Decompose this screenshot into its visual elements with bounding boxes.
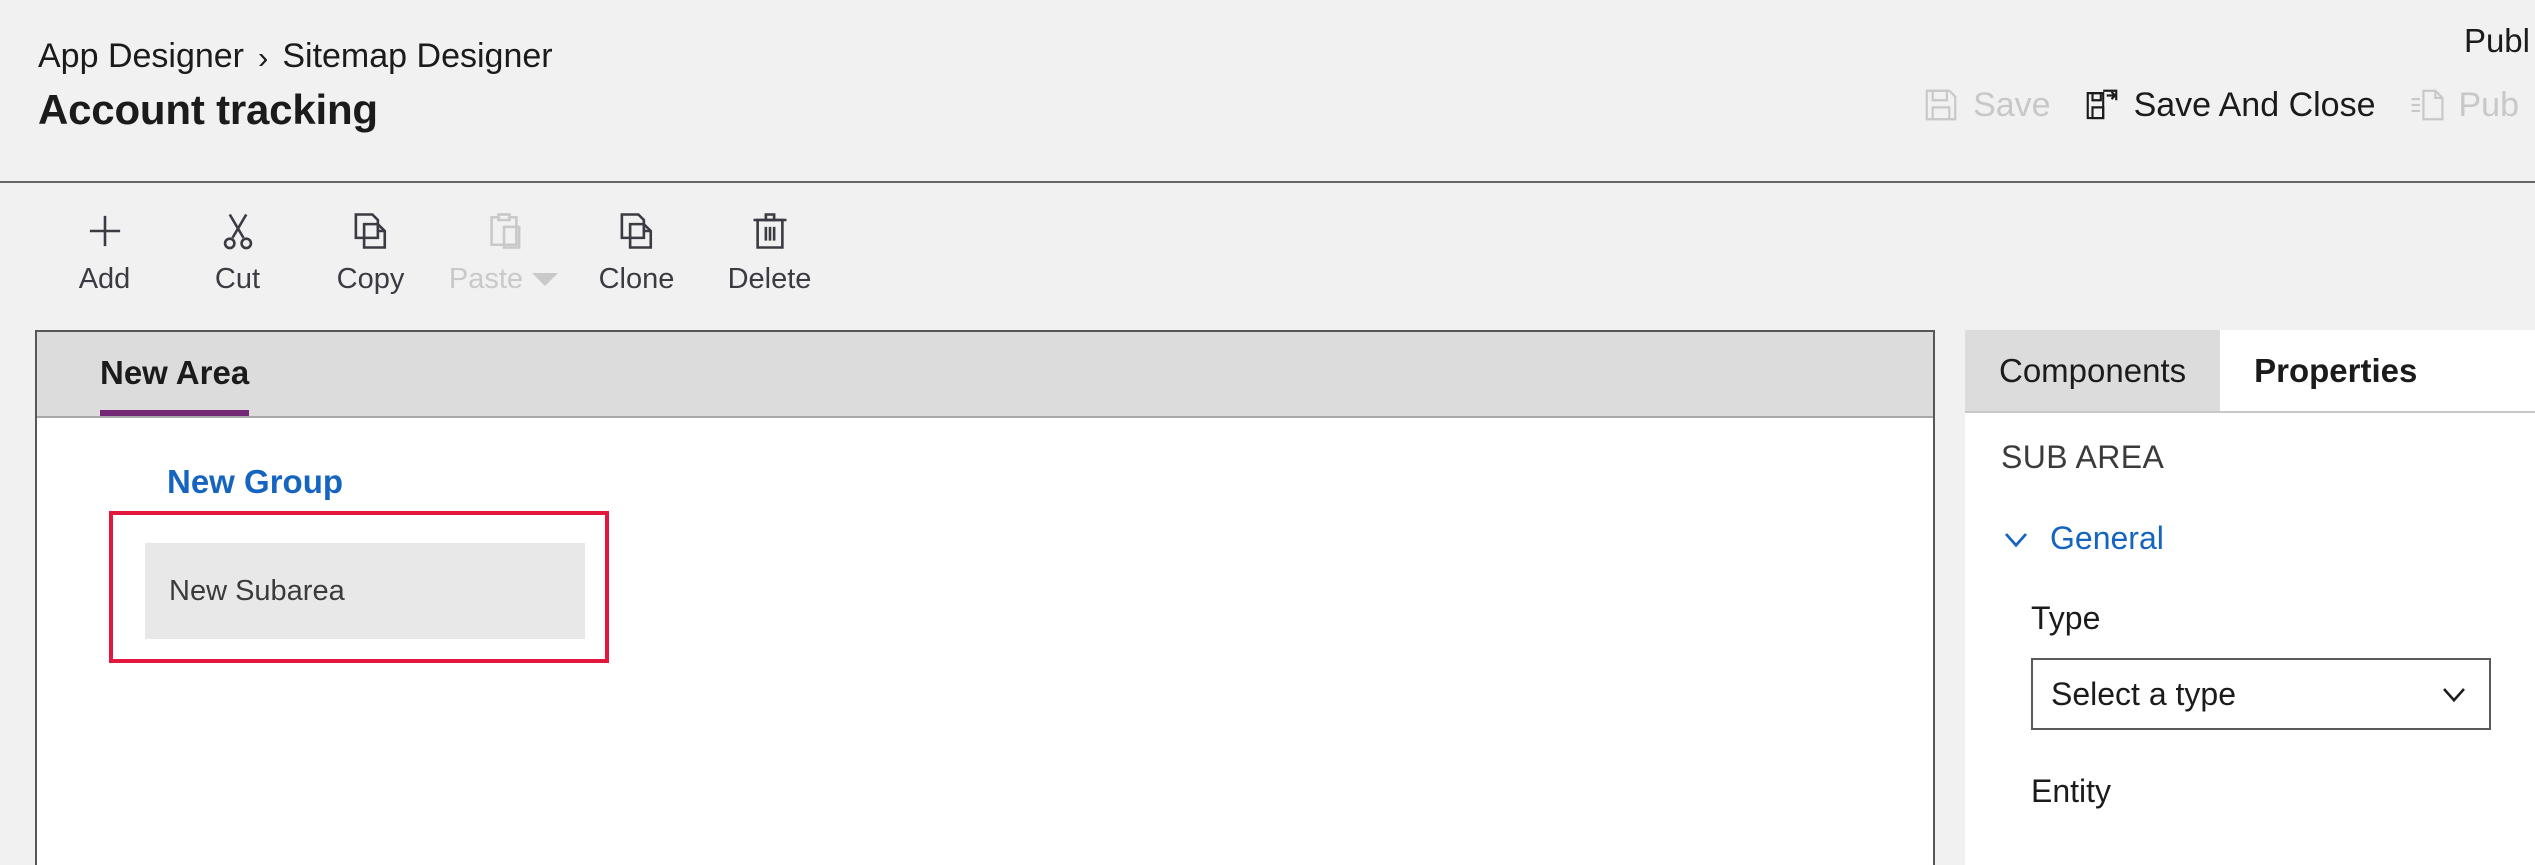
breadcrumb-item-app-designer[interactable]: App Designer	[38, 37, 244, 76]
field-entity-label: Entity	[2031, 773, 2112, 809]
cut-button[interactable]: Cut	[171, 199, 304, 303]
scissors-icon	[223, 213, 252, 250]
properties-section-title: SUB AREA	[2001, 439, 2165, 475]
publish-button[interactable]: Pub	[2392, 74, 2535, 136]
save-button[interactable]: Save	[1906, 74, 2067, 136]
chevron-right-icon: ›	[258, 40, 269, 75]
copy-button[interactable]: Copy	[304, 199, 437, 303]
clone-button[interactable]: Clone	[570, 199, 703, 303]
area-tab-new-area[interactable]: New Area	[100, 332, 271, 416]
tab-components-label: Components	[1999, 351, 2187, 389]
subarea-selection-outline: New Subarea	[109, 511, 609, 663]
canvas-body: New Group New Subarea	[37, 418, 1933, 863]
save-and-close-button-label: Save And Close	[2133, 86, 2376, 124]
general-section-toggle[interactable]: General	[2001, 520, 2164, 557]
paste-button[interactable]: Paste	[437, 199, 570, 303]
plus-icon	[89, 215, 120, 247]
trash-icon	[753, 213, 786, 249]
delete-button-label: Delete	[727, 263, 812, 295]
header-publish-note: Publ	[2463, 22, 2530, 59]
save-and-close-icon	[2086, 89, 2117, 120]
field-type-label: Type	[2031, 600, 2101, 636]
type-select[interactable]: Select a type	[2031, 658, 2491, 730]
breadcrumb: App Designer › Sitemap Designer	[38, 37, 553, 76]
tab-properties-label: Properties	[2254, 351, 2418, 389]
tab-properties[interactable]: Properties	[2220, 330, 2452, 411]
properties-panel: Components Properties SUB AREA General T…	[1965, 330, 2535, 865]
app-header: App Designer › Sitemap Designer Account …	[0, 0, 2535, 183]
area-tab-active-indicator	[100, 410, 250, 416]
designer-toolbar: Add Cut Copy Paste Clone Delete	[0, 185, 2535, 313]
subarea-tile-new-subarea[interactable]: New Subarea	[145, 543, 585, 639]
save-icon	[1925, 89, 1957, 121]
properties-body: SUB AREA General Type Select a type Enti…	[1965, 413, 2535, 810]
paste-button-label: Paste	[448, 263, 524, 295]
field-entity: Entity	[2031, 773, 2535, 810]
save-and-close-button[interactable]: Save And Close	[2067, 74, 2392, 136]
group-label-new-group[interactable]: New Group	[167, 463, 343, 501]
header-command-bar: Save Save And Close Pub	[1906, 74, 2535, 136]
save-button-label: Save	[1973, 86, 2051, 124]
chevron-down-icon[interactable]	[532, 273, 559, 286]
general-section-label: General	[2050, 520, 2164, 556]
tab-components[interactable]: Components	[1965, 330, 2221, 411]
page-title: Account tracking	[38, 86, 378, 133]
copy-icon	[354, 213, 386, 249]
publish-icon	[2411, 89, 2444, 121]
delete-button[interactable]: Delete	[703, 199, 836, 303]
cut-button-label: Cut	[214, 263, 261, 295]
clone-button-label: Clone	[598, 263, 675, 295]
area-tabstrip: New Area	[37, 332, 1933, 418]
breadcrumb-item-sitemap-designer[interactable]: Sitemap Designer	[282, 37, 552, 76]
properties-tabstrip: Components Properties	[1965, 330, 2535, 413]
type-select-value: Select a type	[2051, 675, 2236, 712]
clipboard-icon	[489, 213, 520, 249]
field-type: Type Select a type	[2031, 600, 2535, 730]
area-tab-label: New Area	[100, 354, 250, 391]
publish-button-label: Pub	[2458, 86, 2520, 124]
sitemap-designer-app: App Designer › Sitemap Designer Account …	[0, 0, 2535, 865]
sitemap-canvas: New Area New Group New Subarea	[35, 330, 1935, 865]
add-button-label: Add	[78, 263, 131, 295]
chevron-down-icon	[2004, 532, 2028, 547]
copy-button-label: Copy	[336, 263, 405, 295]
chevron-down-icon	[2443, 688, 2465, 703]
clone-icon	[620, 213, 652, 249]
add-button[interactable]: Add	[38, 199, 171, 303]
